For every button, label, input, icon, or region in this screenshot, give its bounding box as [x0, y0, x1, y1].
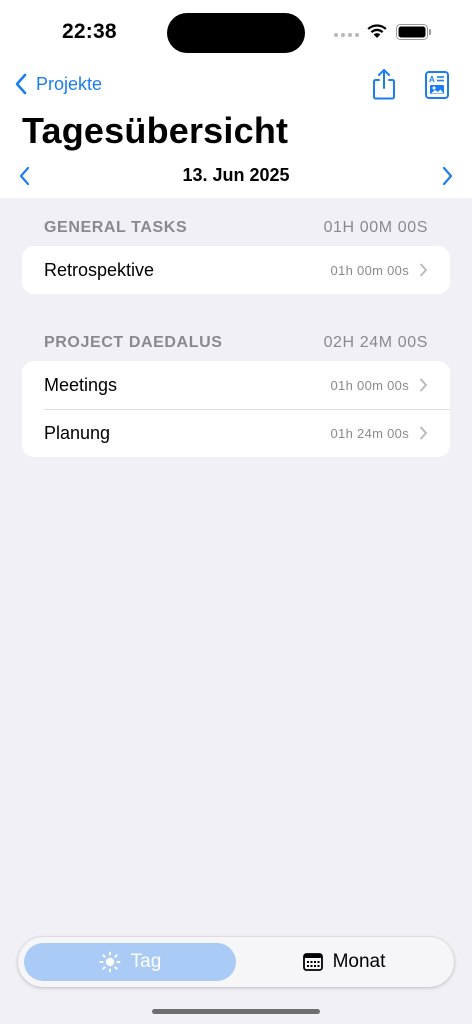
- task-duration: 01h 24m 00s: [330, 425, 409, 441]
- task-label: Meetings: [44, 374, 118, 395]
- task-duration: 01h 00m 00s: [330, 262, 409, 278]
- section-header-general-tasks: GENERAL TASKS 01H 00M 00S: [44, 219, 428, 237]
- task-duration: 01h 00m 00s: [330, 377, 409, 393]
- cellular-signal-icon: [334, 33, 359, 37]
- status-time: 22:38: [62, 20, 117, 43]
- list-item-planung[interactable]: Planung 01h 24m 00s: [22, 409, 450, 457]
- list-item-meetings[interactable]: Meetings 01h 00m 00s: [22, 361, 450, 409]
- segment-monat[interactable]: Monat: [240, 943, 448, 981]
- chevron-left-icon: [15, 73, 27, 95]
- section-header-project-daedalus: PROJECT DAEDALUS 02H 24M 00S: [44, 334, 428, 352]
- general-tasks-list: Retrospektive 01h 00m 00s: [22, 246, 450, 294]
- section-total: 02H 24M 00S: [323, 334, 428, 351]
- current-date: 13. Jun 2025: [182, 165, 290, 185]
- view-mode-segmented-control: Tag Monat: [18, 937, 454, 987]
- section-title: GENERAL TASKS: [44, 219, 188, 236]
- svg-text:A: A: [429, 75, 435, 84]
- task-label: Retrospektive: [44, 259, 155, 280]
- segment-tag[interactable]: Tag: [24, 943, 236, 981]
- chevron-right-icon: [420, 263, 427, 277]
- segment-tag-label: Tag: [130, 951, 162, 972]
- share-icon[interactable]: [370, 67, 398, 101]
- battery-icon: [396, 24, 431, 40]
- task-label: Planung: [44, 422, 111, 443]
- calendar-icon: [302, 953, 323, 971]
- section-total: 01H 00M 00S: [323, 219, 428, 236]
- next-day-button[interactable]: [436, 164, 458, 188]
- sun-icon: [99, 951, 121, 973]
- chevron-right-icon: [420, 378, 427, 392]
- home-indicator[interactable]: [152, 1009, 320, 1014]
- wifi-icon: [367, 24, 387, 38]
- chevron-right-icon: [420, 426, 427, 440]
- back-button[interactable]: Projekte: [14, 70, 102, 98]
- list-item-retrospektive[interactable]: Retrospektive 01h 00m 00s: [22, 246, 450, 294]
- back-button-label: Projekte: [36, 73, 103, 94]
- dynamic-island: [167, 13, 305, 53]
- report-icon[interactable]: A: [424, 70, 450, 100]
- section-title: PROJECT DAEDALUS: [44, 334, 223, 351]
- project-daedalus-list: Meetings 01h 00m 00s Planung 01h 24m 00s: [22, 361, 450, 457]
- segment-monat-label: Monat: [332, 951, 386, 972]
- page-title: Tagesübersicht: [22, 110, 289, 151]
